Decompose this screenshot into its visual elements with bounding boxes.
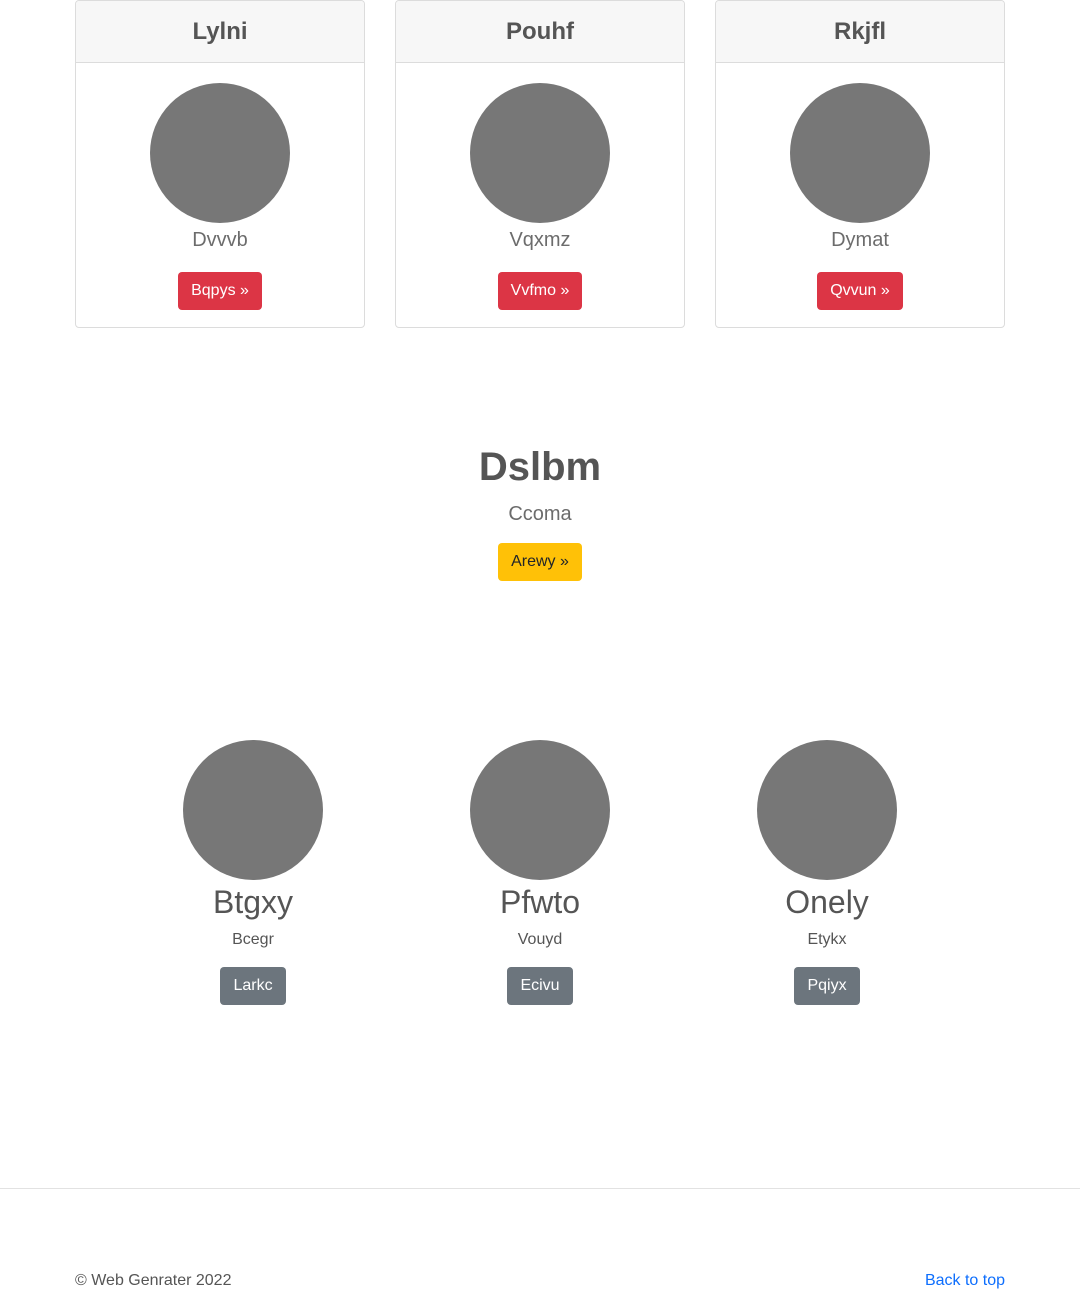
card-button[interactable]: Vvfmo » — [497, 272, 583, 310]
card-button[interactable]: Bqpys » — [178, 272, 262, 310]
features-section: Btgxy Bcegr Larkc Pfwto Vouyd Ecivu Onel… — [0, 740, 1080, 1010]
card-subtitle: Dvvvb — [192, 229, 248, 251]
feature-item: Btgxy Bcegr Larkc — [133, 740, 373, 1005]
card-title: Lylni — [76, 1, 364, 63]
card-button[interactable]: Qvvun » — [817, 272, 903, 310]
feature-title: Pfwto — [499, 884, 581, 920]
pricing-cards: Lylni Dvvvb Bqpys » Pouhf Vqxmz Vvfmo » … — [75, 0, 1005, 328]
avatar-placeholder — [790, 83, 930, 223]
card: Rkjfl Dymat Qvvun » — [715, 0, 1005, 328]
feature-subtitle: Etykx — [807, 931, 847, 948]
feature-subtitle: Bcegr — [232, 931, 274, 948]
card: Lylni Dvvvb Bqpys » — [75, 0, 365, 328]
feature-item: Pfwto Vouyd Ecivu — [420, 740, 660, 1005]
card: Pouhf Vqxmz Vvfmo » — [395, 0, 685, 328]
feature-button[interactable]: Larkc — [220, 967, 286, 1005]
feature-subtitle: Vouyd — [517, 931, 563, 948]
feature-item: Onely Etykx Pqiyx — [707, 740, 947, 1005]
card-title: Pouhf — [396, 1, 684, 63]
hero-title: Dslbm — [478, 445, 602, 489]
feature-button[interactable]: Pqiyx — [794, 967, 860, 1005]
feature-button[interactable]: Ecivu — [507, 967, 573, 1005]
avatar-placeholder — [470, 740, 610, 880]
avatar-placeholder — [150, 83, 290, 223]
footer-copyright: © Web Genrater 2022 — [75, 1272, 232, 1289]
hero-section: Dslbm Ccoma Arewy » — [0, 440, 1080, 581]
card-title: Rkjfl — [716, 1, 1004, 63]
avatar-placeholder — [183, 740, 323, 880]
card-subtitle: Vqxmz — [509, 229, 571, 251]
footer-divider — [0, 1188, 1080, 1189]
feature-title: Btgxy — [212, 884, 294, 920]
feature-title: Onely — [785, 884, 869, 920]
hero-button[interactable]: Arewy » — [498, 543, 582, 581]
avatar-placeholder — [757, 740, 897, 880]
card-subtitle: Dymat — [831, 229, 889, 251]
hero-subtitle: Ccoma — [508, 503, 572, 525]
back-to-top-link[interactable]: Back to top — [925, 1271, 1005, 1291]
avatar-placeholder — [470, 83, 610, 223]
